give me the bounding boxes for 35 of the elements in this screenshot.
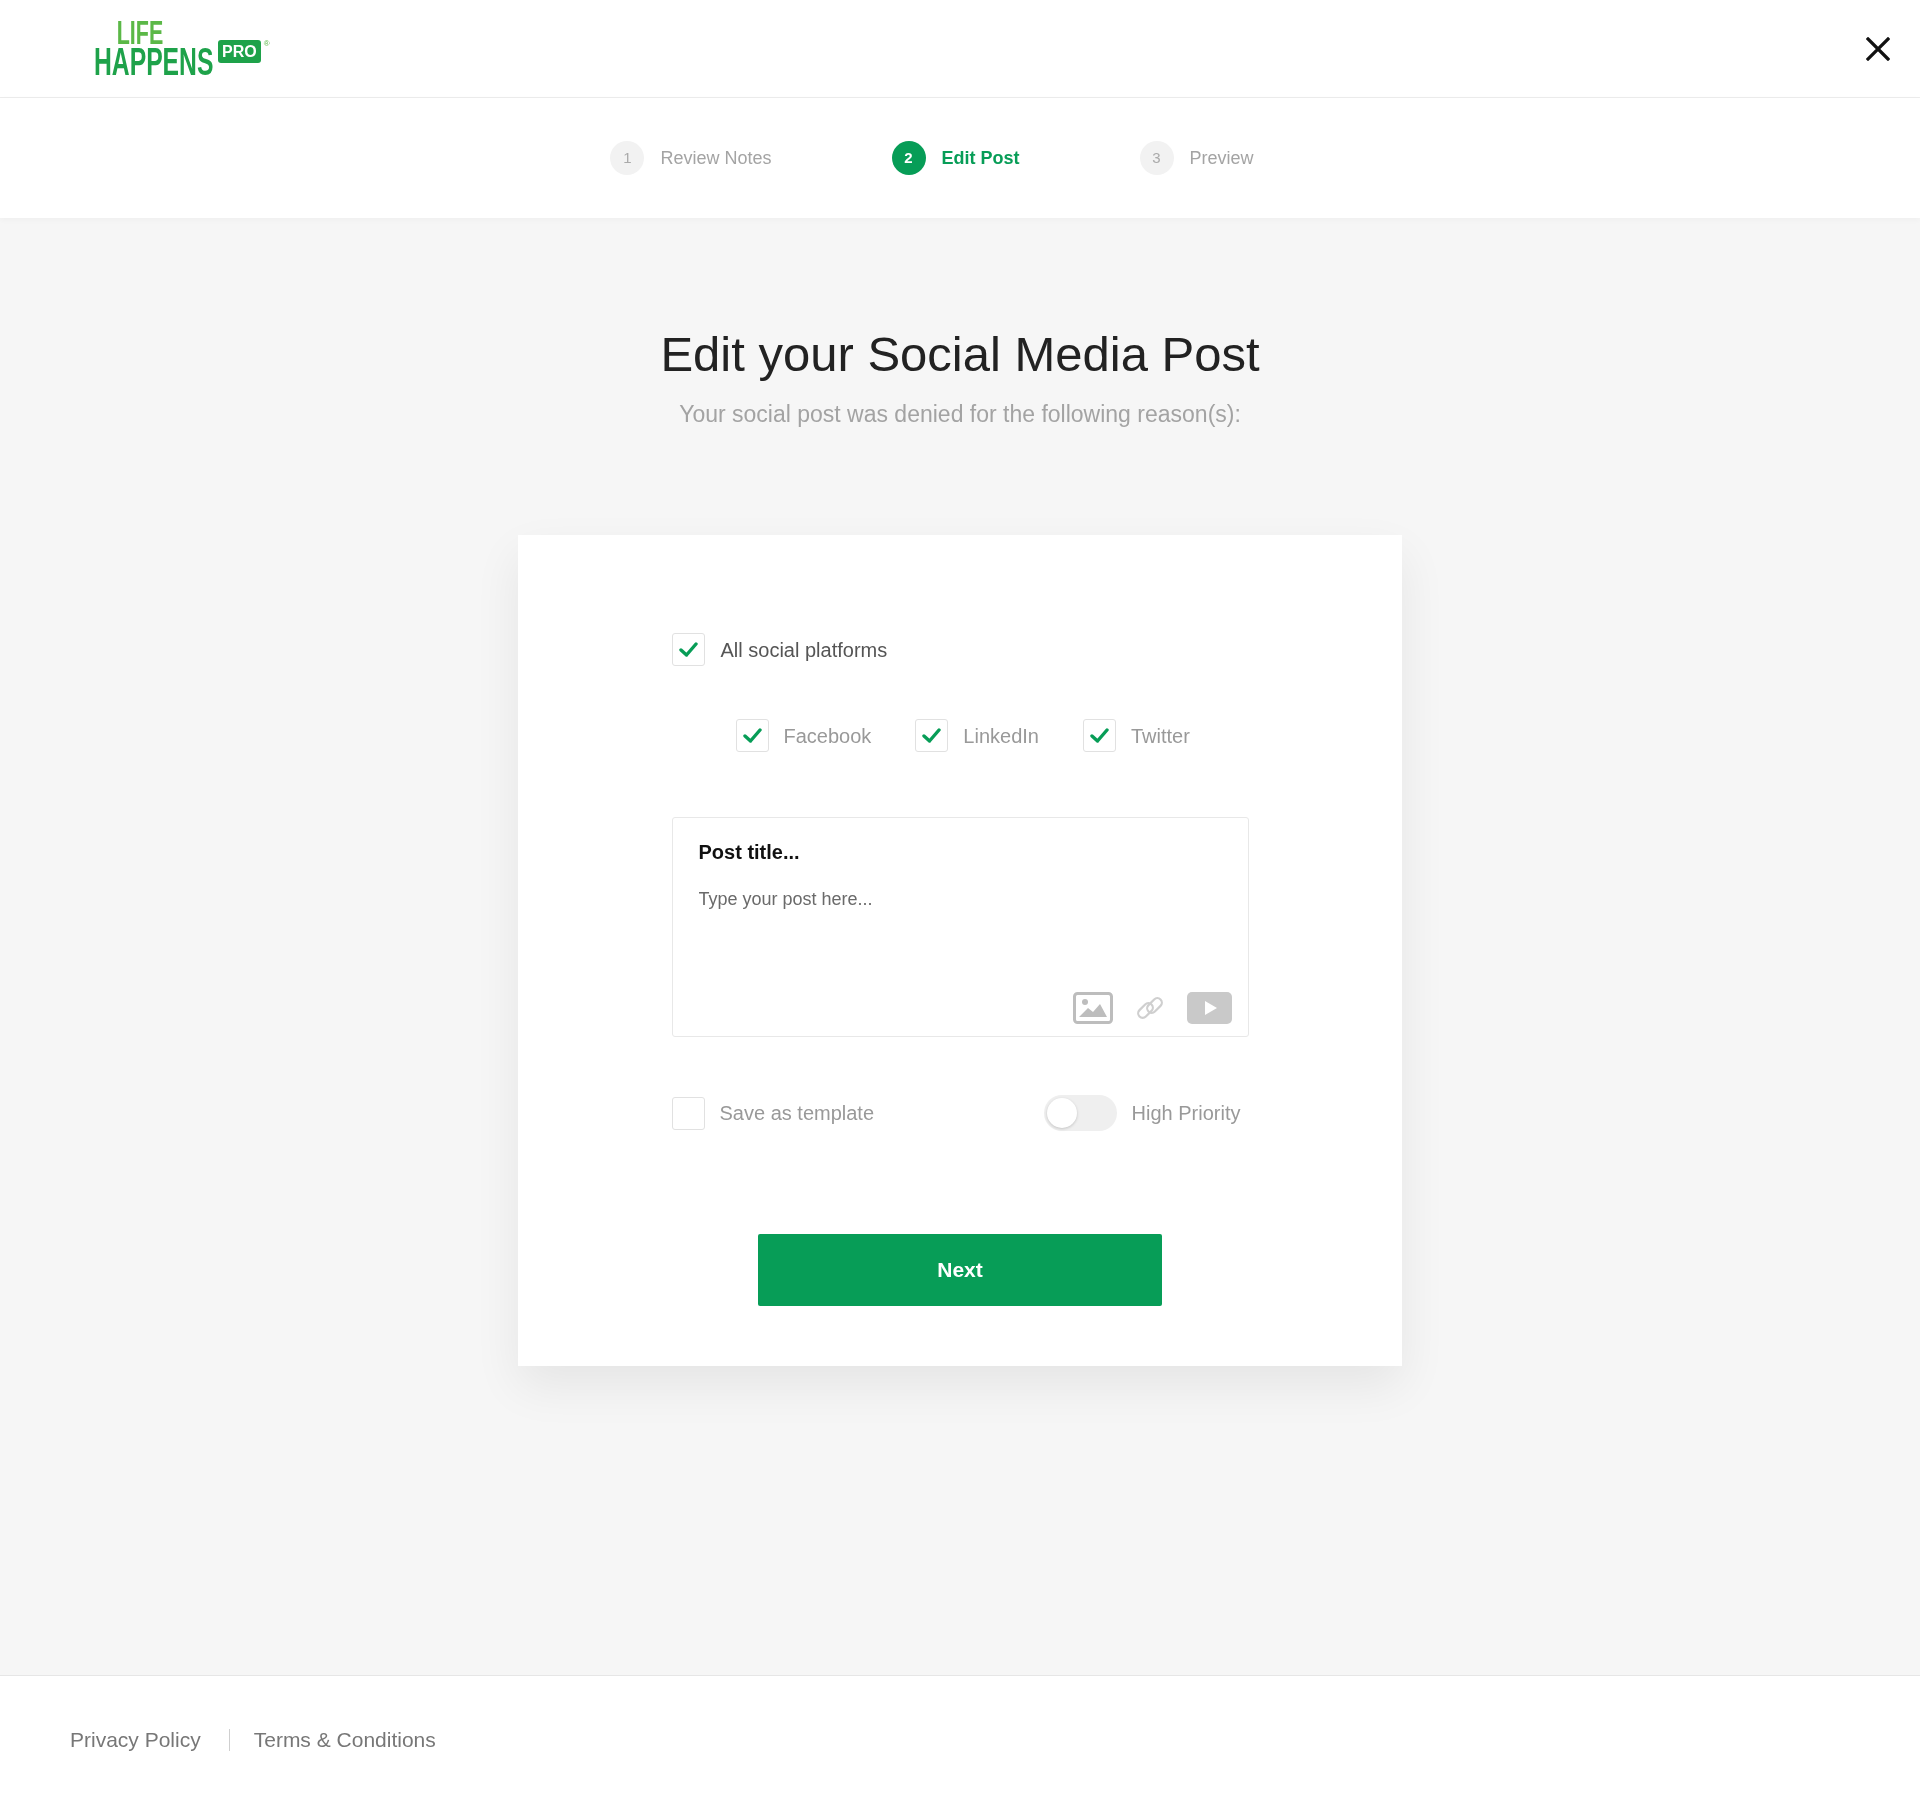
checkbox-label: Facebook: [783, 723, 872, 749]
logo-wordmark: LIFE HAPPENS: [94, 19, 214, 78]
post-body-field[interactable]: Type your post here...: [698, 887, 1232, 992]
toggle-switch[interactable]: [1043, 1095, 1117, 1131]
checkmark-icon: [922, 728, 942, 743]
post-editor[interactable]: Post title... Type your post here...: [671, 817, 1249, 1037]
page-heading: Edit your Social Media Post: [660, 326, 1260, 383]
page-subheading: Your social post was denied for the following reason(s):: [679, 401, 1241, 427]
step-number[interactable]: 3: [1139, 141, 1174, 175]
checkbox-label: Save as template: [719, 1101, 875, 1126]
checkbox[interactable]: [671, 633, 705, 666]
image-icon[interactable]: [1072, 992, 1113, 1024]
checkmark-icon: [678, 642, 698, 657]
post-title-field[interactable]: Post title...: [698, 839, 1232, 865]
step-number[interactable]: 1: [610, 141, 645, 175]
logo-badge: PRO: [218, 40, 261, 63]
step-label[interactable]: Edit Post: [941, 144, 1020, 172]
checkbox-label: LinkedIn: [963, 723, 1039, 749]
step-number[interactable]: 2: [891, 141, 926, 175]
toggle-label: High Priority: [1131, 1101, 1241, 1126]
registered-mark: ®: [263, 39, 270, 48]
checkbox[interactable]: [915, 719, 949, 752]
checkbox-label: Twitter: [1130, 723, 1190, 749]
checkbox-label: All social platforms: [720, 637, 888, 663]
checkbox[interactable]: [671, 1096, 705, 1130]
next-button[interactable]: Next: [758, 1234, 1162, 1306]
checkmark-icon: [1089, 728, 1109, 743]
footer-link[interactable]: Terms & Conditions: [253, 1724, 436, 1756]
step-label[interactable]: Preview: [1189, 144, 1254, 172]
checkbox[interactable]: [1082, 719, 1116, 752]
footer-link[interactable]: Privacy Policy: [70, 1724, 201, 1756]
close-icon[interactable]: [1866, 36, 1890, 61]
step-label[interactable]: Review Notes: [660, 144, 772, 172]
checkmark-icon: [742, 728, 762, 743]
checkbox[interactable]: [735, 719, 769, 752]
